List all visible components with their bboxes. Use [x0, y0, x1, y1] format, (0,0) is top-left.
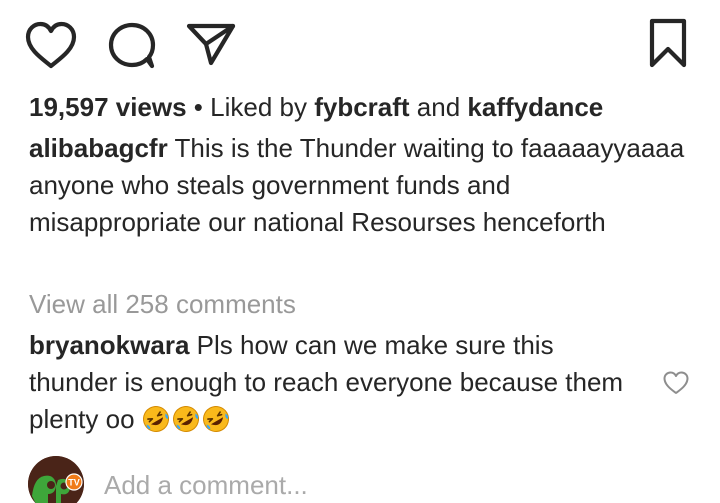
- instagram-post-details: 19,597 views • Liked by fybcraft and kaf…: [0, 0, 720, 503]
- rolling-on-floor-laughing-icon: [142, 406, 169, 432]
- avatar[interactable]: TV: [28, 456, 84, 503]
- save-button[interactable]: [646, 16, 690, 70]
- comment-like-button[interactable]: [662, 370, 690, 396]
- comment-item: bryanokwara Pls how can we make sure thi…: [29, 327, 639, 438]
- post-caption: alibabagcfr This is the Thunder waiting …: [29, 130, 689, 241]
- heart-outline-icon: [25, 21, 77, 69]
- caption-author-link[interactable]: alibabagcfr: [29, 133, 168, 163]
- comment-emoji-group: [142, 404, 232, 434]
- liked-by-user-link[interactable]: fybcraft: [314, 92, 409, 122]
- liked-by-user-link[interactable]: kaffydance: [467, 92, 603, 122]
- like-button[interactable]: [24, 20, 78, 70]
- post-action-bar: [0, 0, 720, 90]
- view-all-comments-link[interactable]: View all 258 comments: [29, 286, 296, 323]
- add-comment-input[interactable]: Add a comment...: [104, 467, 308, 503]
- rolling-on-floor-laughing-icon: [202, 406, 229, 432]
- bookmark-icon: [649, 18, 687, 68]
- views-and-likes: 19,597 views • Liked by fybcraft and kaf…: [29, 89, 700, 126]
- paper-plane-icon: [186, 23, 236, 66]
- speech-bubble-icon: [108, 22, 156, 69]
- liked-by-and: and: [409, 92, 468, 122]
- avatar-badge-text: TV: [68, 478, 80, 488]
- small-heart-icon: [663, 371, 689, 394]
- comment-button[interactable]: [106, 20, 158, 70]
- liked-by-label: Liked by: [210, 92, 315, 122]
- comment-author-link[interactable]: bryanokwara: [29, 330, 189, 360]
- share-button[interactable]: [184, 18, 238, 68]
- npo-tv-logo-icon: TV: [28, 456, 84, 503]
- views-count[interactable]: 19,597 views: [29, 92, 187, 122]
- separator-dot: •: [186, 92, 211, 122]
- rolling-on-floor-laughing-icon: [172, 406, 199, 432]
